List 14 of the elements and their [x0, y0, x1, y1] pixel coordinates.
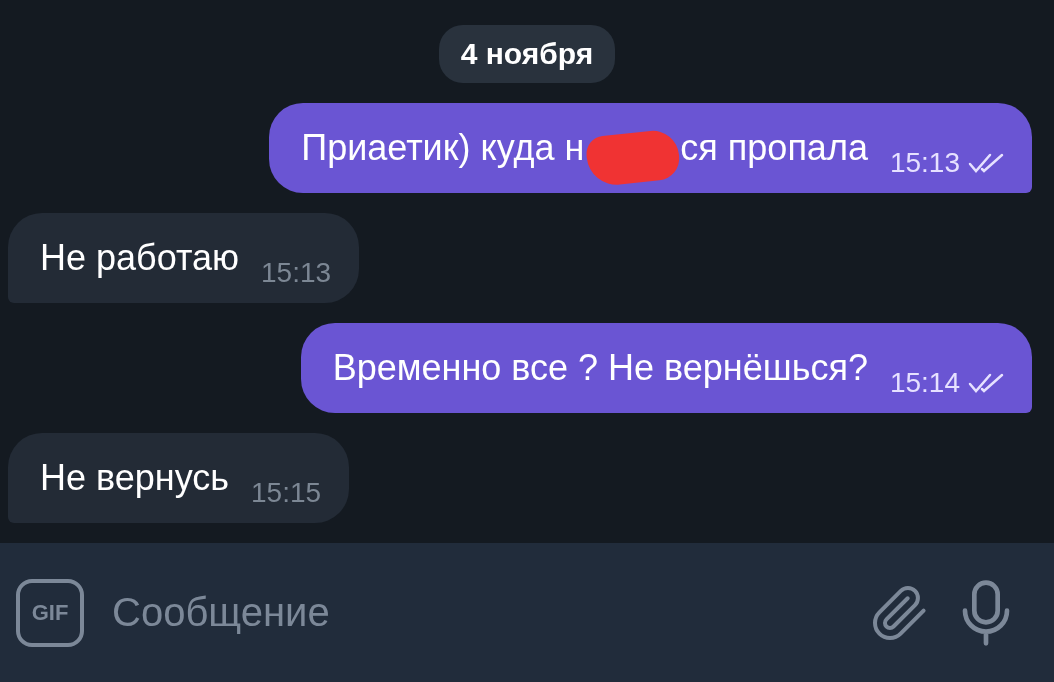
message-text: Временно все ? Не вернёшься?	[332, 347, 868, 389]
message-time: 15:15	[251, 477, 322, 509]
message-time: 15:13	[261, 257, 332, 289]
message-text: Приаетик) куда н	[301, 127, 585, 169]
message-text: Не вернусь	[40, 457, 230, 499]
message-time: 15:13	[889, 147, 960, 179]
message-text: Не работаю	[40, 237, 240, 279]
message-text: ся пропала	[680, 127, 868, 169]
message-time: 15:14	[889, 367, 960, 399]
gif-button[interactable]: GIF	[16, 578, 84, 647]
double-check-icon	[968, 372, 1004, 394]
date-label: 4 ноября	[438, 25, 616, 83]
message-input[interactable]: Сообщение	[112, 590, 842, 635]
double-check-icon	[968, 152, 1004, 174]
